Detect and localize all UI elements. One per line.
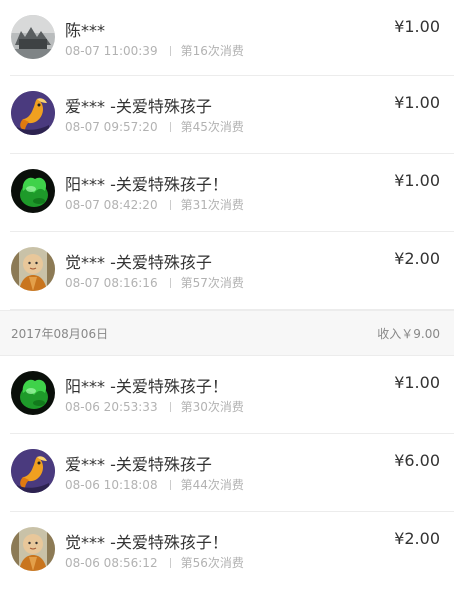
donation-time: 08-07 08:16:16 [65, 276, 158, 290]
donation-time: 08-06 08:56:12 [65, 556, 158, 570]
donation-meta: 08-07 08:42:20 第31次消费 [65, 196, 244, 213]
donor-name: 觉*** -关爱特殊孩子！ [65, 533, 228, 552]
donation-count: 第44次消费 [180, 478, 244, 492]
donation-time: 08-06 10:18:08 [65, 478, 158, 492]
donor-name: 觉*** -关爱特殊孩子 [65, 253, 212, 272]
donor-name: 陈*** [65, 21, 106, 40]
meta-divider [169, 46, 171, 56]
donation-time: 08-07 11:00:39 [65, 44, 158, 58]
monk-avatar-icon [11, 527, 55, 571]
donor-name: 阳*** -关爱特殊孩子！ [65, 175, 228, 194]
donor-name: 阳*** -关爱特殊孩子！ [65, 377, 228, 396]
list-item[interactable]: 觉*** -关爱特殊孩子 08-07 08:16:16 第57次消费 ¥2.00 [0, 232, 454, 310]
donation-meta: 08-07 09:57:20 第45次消费 [65, 118, 244, 135]
photo-avatar-icon [11, 15, 55, 59]
meta-divider [169, 200, 171, 210]
list-item[interactable]: 阳*** -关爱特殊孩子！ 08-06 20:53:33 第30次消费 ¥1.00 [0, 356, 454, 434]
donation-amount: ¥6.00 [394, 451, 440, 470]
group-income: 收入￥9.00 [377, 327, 440, 341]
donation-amount: ¥1.00 [394, 373, 440, 392]
list-item[interactable]: 阳*** -关爱特殊孩子！ 08-07 08:42:20 第31次消费 ¥1.00 [0, 154, 454, 232]
monk-avatar-icon [11, 247, 55, 291]
donation-meta: 08-06 08:56:12 第56次消费 [65, 554, 244, 571]
donation-count: 第31次消费 [180, 198, 244, 212]
meta-divider [169, 278, 171, 288]
donation-count: 第57次消费 [180, 276, 244, 290]
donor-name: 爱*** -关爱特殊孩子 [65, 455, 212, 474]
donation-count: 第56次消费 [180, 556, 244, 570]
meta-divider [169, 402, 171, 412]
donation-time: 08-07 09:57:20 [65, 120, 158, 134]
donation-meta: 08-06 10:18:08 第44次消费 [65, 476, 244, 493]
jade-avatar-icon [11, 169, 55, 213]
donation-amount: ¥2.00 [394, 529, 440, 548]
donation-time: 08-06 20:53:33 [65, 400, 158, 414]
donation-meta: 08-06 20:53:33 第30次消费 [65, 398, 244, 415]
list-item[interactable]: 爱*** -关爱特殊孩子 08-07 09:57:20 第45次消费 ¥1.00 [0, 76, 454, 154]
list-item[interactable]: 觉*** -关爱特殊孩子！ 08-06 08:56:12 第56次消费 ¥2.00 [0, 512, 454, 590]
donation-count: 第30次消费 [180, 400, 244, 414]
donation-amount: ¥1.00 [394, 171, 440, 190]
meta-divider [169, 558, 171, 568]
meta-divider [169, 480, 171, 490]
donation-count: 第45次消费 [180, 120, 244, 134]
donation-amount: ¥1.00 [394, 17, 440, 36]
date-group-header: 2017年08月06日 收入￥9.00 [0, 310, 454, 356]
donation-amount: ¥2.00 [394, 249, 440, 268]
donation-meta: 08-07 11:00:39 第16次消费 [65, 42, 244, 59]
donation-meta: 08-07 08:16:16 第57次消费 [65, 274, 244, 291]
donor-name: 爱*** -关爱特殊孩子 [65, 97, 212, 116]
meta-divider [169, 122, 171, 132]
goldfish-avatar-icon [11, 449, 55, 493]
goldfish-avatar-icon [11, 91, 55, 135]
list-item[interactable]: 爱*** -关爱特殊孩子 08-06 10:18:08 第44次消费 ¥6.00 [0, 434, 454, 512]
list-item[interactable]: 陈*** 08-07 11:00:39 第16次消费 ¥1.00 [0, 0, 454, 76]
jade-avatar-icon [11, 371, 55, 415]
donation-time: 08-07 08:42:20 [65, 198, 158, 212]
donation-amount: ¥1.00 [394, 93, 440, 112]
donation-count: 第16次消费 [180, 44, 244, 58]
group-date: 2017年08月06日 [11, 327, 109, 341]
donation-list: 陈*** 08-07 11:00:39 第16次消费 ¥1.00 爱*** -关爱… [0, 0, 454, 590]
